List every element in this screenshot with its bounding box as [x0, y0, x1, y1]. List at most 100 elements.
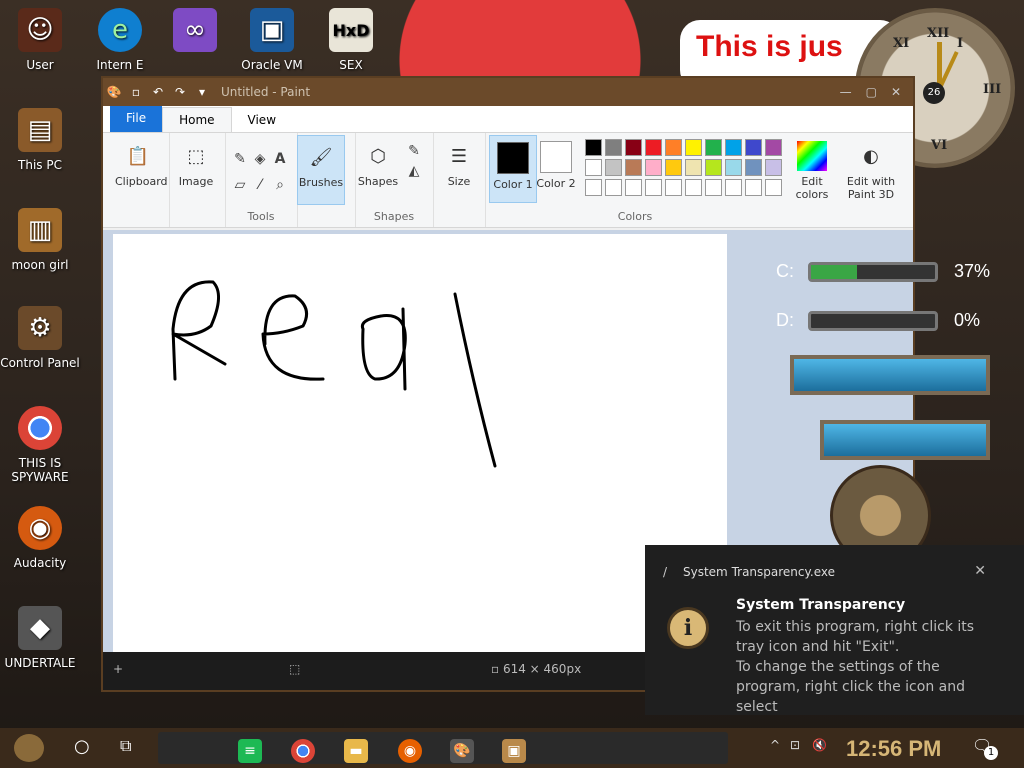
- notification-toast[interactable]: / System Transparency.exe ✕ i System Tra…: [645, 545, 1024, 715]
- color-swatch[interactable]: [725, 139, 742, 156]
- color-swatch[interactable]: [705, 139, 722, 156]
- desktop-icon-visual-studio[interactable]: ∞: [155, 8, 235, 58]
- colors-group: Color 1 Color 2 Edit colors ◐ Edit with …: [485, 133, 905, 227]
- game-taskbar-icon[interactable]: ▣: [502, 739, 526, 763]
- color-swatch[interactable]: [745, 179, 762, 196]
- desktop-icon-this-pc[interactable]: ▤ This PC: [0, 108, 80, 172]
- color-swatch[interactable]: [665, 159, 682, 176]
- color-swatch[interactable]: [645, 139, 662, 156]
- desktop-icon-oracle-vm[interactable]: ▣ Oracle VM: [232, 8, 312, 72]
- color-swatch[interactable]: [725, 159, 742, 176]
- search-icon[interactable]: ○: [74, 736, 90, 757]
- desktop-icon-chrome[interactable]: THIS IS SPYWARE: [0, 406, 80, 484]
- clipboard-button[interactable]: 📋 Clipboard: [115, 135, 168, 203]
- drawing-canvas[interactable]: [113, 234, 727, 654]
- color-swatch[interactable]: [625, 139, 642, 156]
- user-icon: ☺: [18, 8, 62, 52]
- file-explorer-icon[interactable]: ▬: [344, 739, 368, 763]
- color-swatch[interactable]: [665, 139, 682, 156]
- undo-icon[interactable]: ↶: [147, 85, 169, 99]
- color-swatch[interactable]: [745, 159, 762, 176]
- shapes-group: ⬡ Shapes ✎ ◭ Shapes: [355, 133, 434, 227]
- brushes-button[interactable]: 🖌 Brushes: [297, 135, 345, 205]
- tab-view[interactable]: View: [232, 108, 292, 132]
- notification-close-icon[interactable]: ✕: [974, 563, 986, 579]
- minimize-icon[interactable]: —: [840, 85, 852, 99]
- desktop-icon-undertale[interactable]: ◆ UNDERTALE: [0, 606, 80, 670]
- canvas-dimensions: ▫ 614 × 460px: [491, 662, 582, 676]
- info-icon: i: [667, 607, 709, 649]
- text-icon[interactable]: A: [271, 151, 289, 169]
- letter-r-stroke: [171, 280, 227, 381]
- color2-button[interactable]: Color 2: [533, 135, 579, 203]
- color-swatch[interactable]: [725, 179, 742, 196]
- color-swatch[interactable]: [745, 139, 762, 156]
- color-swatch[interactable]: [765, 179, 782, 196]
- maximize-icon[interactable]: ▢: [866, 85, 877, 99]
- close-icon[interactable]: ✕: [891, 85, 901, 99]
- color-swatch[interactable]: [625, 159, 642, 176]
- chrome-taskbar-icon[interactable]: [291, 739, 315, 763]
- color-swatch[interactable]: [685, 159, 702, 176]
- desktop-icon-control-panel[interactable]: ⚙ Control Panel: [0, 306, 80, 370]
- line-width-icon: ☰: [450, 145, 468, 167]
- desktop-icon-label: moon girl: [11, 258, 69, 272]
- color-swatch[interactable]: [645, 159, 662, 176]
- paint-app-icon: 🎨: [106, 85, 122, 99]
- desktop-icon-sex[interactable]: HxD SEX: [311, 8, 391, 72]
- color1-button[interactable]: Color 1: [489, 135, 537, 203]
- color-swatch[interactable]: [765, 139, 782, 156]
- color-swatch[interactable]: [605, 139, 622, 156]
- start-button-icon[interactable]: [14, 734, 44, 762]
- customize-quick-access-icon[interactable]: ▾: [191, 85, 213, 99]
- color-swatch[interactable]: [605, 159, 622, 176]
- color-swatch[interactable]: [665, 179, 682, 196]
- spotify-icon[interactable]: ≡: [238, 739, 262, 763]
- edit-with-paint3d-button[interactable]: ◐ Edit with Paint 3D: [843, 135, 899, 203]
- tab-file[interactable]: File: [110, 106, 163, 132]
- clock-date: 26: [923, 82, 945, 104]
- desktop-icon-moon-girl[interactable]: ▥ moon girl: [0, 208, 80, 272]
- tab-home[interactable]: Home: [162, 107, 232, 132]
- save-icon[interactable]: ▫: [125, 85, 147, 99]
- eraser-icon[interactable]: ▱: [231, 177, 249, 195]
- color-swatch[interactable]: [645, 179, 662, 196]
- edit-colors-button[interactable]: Edit colors: [789, 135, 835, 203]
- color-swatch[interactable]: [585, 139, 602, 156]
- brush-icon: 🖌: [309, 146, 333, 168]
- color-picker-icon[interactable]: ⁄: [251, 177, 269, 195]
- color-swatch[interactable]: [605, 179, 622, 196]
- desktop-icon-internet-explorer[interactable]: e Intern E: [80, 8, 160, 72]
- redo-icon[interactable]: ↷: [169, 85, 191, 99]
- fill-icon[interactable]: ◈: [251, 151, 269, 169]
- network-icon[interactable]: ⊡: [790, 738, 800, 752]
- desktop-icon-audacity[interactable]: ◉ Audacity: [0, 506, 80, 570]
- color-swatch[interactable]: [705, 179, 722, 196]
- size-button[interactable]: ☰ Size: [436, 135, 482, 203]
- color-swatch[interactable]: [585, 159, 602, 176]
- color-swatch[interactable]: [625, 179, 642, 196]
- desktop-icon-label: SEX: [339, 58, 363, 72]
- color-swatch[interactable]: [765, 159, 782, 176]
- tray-chevron-icon[interactable]: ^: [770, 738, 780, 752]
- desktop-icon-user[interactable]: ☺ User: [0, 8, 80, 72]
- taskbar-clock[interactable]: 12:56 PM: [846, 736, 941, 762]
- paint-title-bar[interactable]: 🎨 ▫ ↶ ↷ ▾ Untitled - Paint — ▢ ✕: [103, 78, 913, 106]
- volume-muted-icon[interactable]: 🔇: [812, 738, 827, 752]
- pencil-icon[interactable]: ✎: [231, 151, 249, 169]
- drive-gauge-d: D: 0%: [738, 307, 998, 337]
- color-swatch[interactable]: [585, 179, 602, 196]
- image-button[interactable]: ⬚ Image: [173, 135, 219, 203]
- paint-taskbar-icon[interactable]: 🎨: [450, 739, 474, 763]
- task-view-icon[interactable]: ⧉: [120, 736, 131, 756]
- clock-numeral: VI: [931, 138, 948, 153]
- color-swatch[interactable]: [685, 179, 702, 196]
- color-swatch[interactable]: [705, 159, 722, 176]
- outline-icon[interactable]: ✎: [405, 143, 423, 161]
- shapes-button[interactable]: ⬡ Shapes: [355, 135, 401, 203]
- magnifier-icon[interactable]: ⌕: [271, 177, 289, 195]
- fill-shape-icon[interactable]: ◭: [405, 163, 423, 181]
- firefox-icon[interactable]: ◉: [398, 739, 422, 763]
- desktop-icon-label: Control Panel: [0, 356, 80, 370]
- color-swatch[interactable]: [685, 139, 702, 156]
